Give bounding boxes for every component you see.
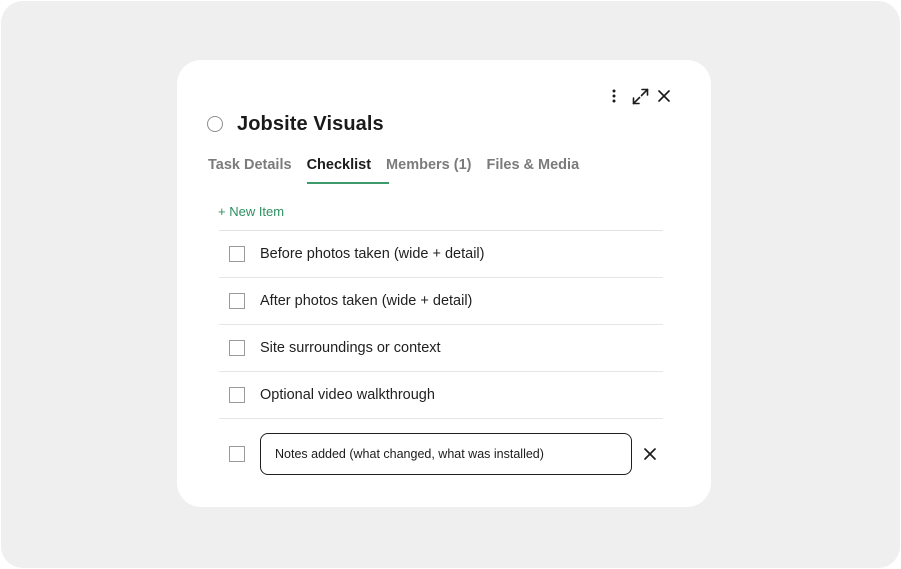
checklist-item-label[interactable]: Before photos taken (wide + detail) (260, 246, 484, 262)
new-item-button[interactable]: + New Item (218, 204, 284, 219)
checklist-item-edit-input[interactable] (260, 433, 632, 475)
task-header: Jobsite Visuals (207, 112, 384, 136)
expand-icon (632, 88, 648, 104)
close-icon (644, 448, 656, 460)
checklist-item-editing (219, 419, 663, 489)
tab-members[interactable]: Members (1) (386, 156, 471, 184)
checklist-item-checkbox[interactable] (229, 246, 245, 262)
checklist-item-label[interactable]: After photos taken (wide + detail) (260, 293, 472, 309)
checklist-item: Before photos taken (wide + detail) (219, 231, 663, 278)
tab-task-details[interactable]: Task Details (208, 156, 292, 184)
task-title: Jobsite Visuals (237, 112, 384, 135)
task-status-toggle[interactable] (207, 116, 223, 132)
close-panel-button[interactable] (652, 84, 676, 108)
tab-files-media[interactable]: Files & Media (486, 156, 579, 184)
checklist-item-label[interactable]: Optional video walkthrough (260, 387, 435, 403)
checklist-item-checkbox[interactable] (229, 387, 245, 403)
checklist-item-label[interactable]: Site surroundings or context (260, 340, 441, 356)
checklist-item-checkbox[interactable] (229, 293, 245, 309)
panel-actions (602, 84, 682, 108)
checklist-item: Optional video walkthrough (219, 372, 663, 419)
checklist-item-checkbox[interactable] (229, 340, 245, 356)
checklist-item-checkbox[interactable] (229, 446, 245, 462)
checklist-item: After photos taken (wide + detail) (219, 278, 663, 325)
task-panel: Jobsite Visuals Task Details Checklist M… (177, 60, 711, 507)
expand-button[interactable] (628, 84, 652, 108)
tab-checklist[interactable]: Checklist (306, 156, 390, 184)
close-icon (658, 90, 670, 102)
checklist: Before photos taken (wide + detail) Afte… (219, 230, 663, 489)
more-options-button[interactable] (602, 84, 626, 108)
vertical-dots-icon (612, 89, 616, 103)
checklist-item: Site surroundings or context (219, 325, 663, 372)
task-tabs: Task Details Checklist Members (1) Files… (208, 156, 594, 184)
cancel-edit-button[interactable] (640, 444, 660, 464)
